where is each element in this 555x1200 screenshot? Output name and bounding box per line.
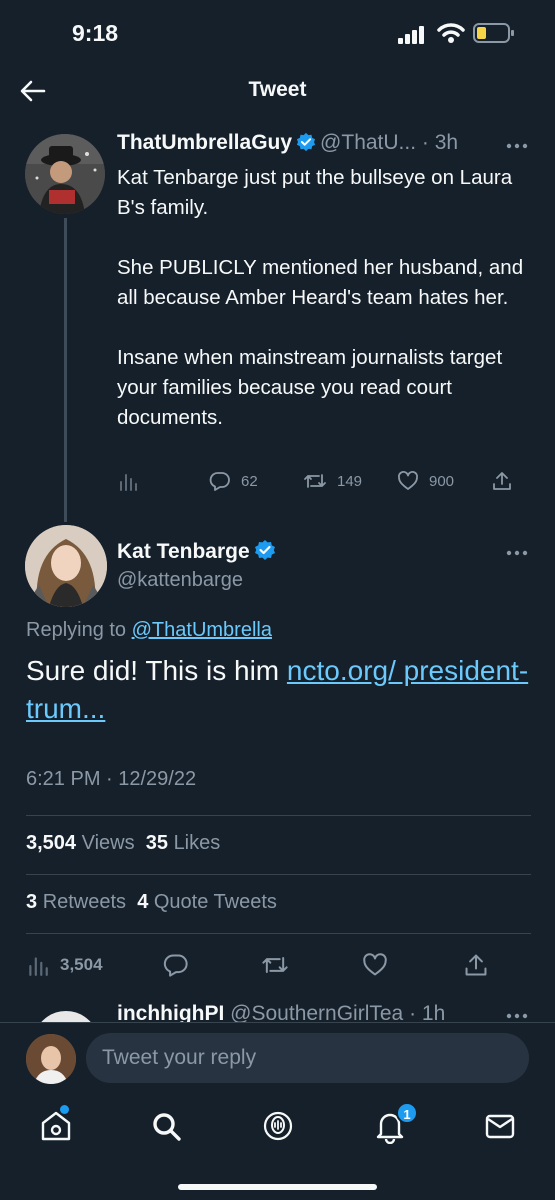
divider (26, 933, 531, 934)
verified-badge-icon (254, 540, 275, 560)
like-button[interactable] (362, 952, 388, 978)
author-name[interactable]: Kat Tenbarge (117, 540, 250, 563)
handle-time: @ThatU... · 3h (320, 131, 459, 154)
tweet-text-content: Sure did! This is him (26, 655, 287, 686)
tweet-paragraph: She PUBLICLY mentioned her husband, and … (117, 256, 524, 309)
author-name[interactable]: ThatUmbrellaGuy (117, 131, 292, 154)
heart-icon (363, 953, 387, 976)
search-icon[interactable] (148, 1108, 184, 1144)
author-handle[interactable]: @kattenbarge (117, 569, 243, 592)
analytics-count: 3,504 (60, 955, 103, 974)
reply-icon (163, 954, 188, 977)
tweet-actions: 3,504 (26, 950, 531, 980)
replying-prefix: Replying to (26, 619, 132, 641)
like-count: 900 (429, 472, 455, 490)
notifications-badge: 1 (396, 1102, 418, 1124)
replying-to: Replying to @ThatUmbrella (26, 619, 272, 642)
replying-handle-link[interactable]: @ThatUmbrella (132, 619, 272, 641)
thread-connector (64, 218, 67, 522)
more-options-icon[interactable] (502, 1006, 532, 1022)
next-reply-preview[interactable]: inchhighPI @SouthernGirlTea · 1h (0, 992, 555, 1022)
likes-stat[interactable]: 35 Likes (146, 832, 221, 854)
avatar-image (26, 1034, 76, 1084)
tweet-header: ThatUmbrellaGuy @ThatU... · 3h (117, 131, 458, 155)
avatar (26, 1034, 76, 1084)
likes-count: 35 (145, 832, 168, 854)
reply-count: 62 (241, 472, 258, 490)
wifi-icon (437, 23, 465, 43)
retweets-count: 3 (26, 891, 38, 913)
retweet-button[interactable]: 149 (303, 470, 362, 492)
author-name[interactable]: inchhighPI (117, 1002, 224, 1022)
retweets-stat[interactable]: 3 Retweets (26, 891, 126, 913)
status-time: 9:18 (72, 20, 119, 46)
verified-badge-icon (296, 132, 316, 152)
home-notification-dot (60, 1105, 69, 1114)
share-button[interactable] (491, 470, 513, 492)
header: Tweet (0, 66, 555, 114)
engagement-stats: 3,504 Views 35 Likes (26, 832, 220, 855)
avatar-image (25, 134, 105, 214)
tweet-paragraph: Kat Tenbarge just put the bullseye on La… (117, 166, 513, 219)
analytics-icon (120, 474, 137, 491)
home-indicator[interactable] (178, 1184, 377, 1190)
tweet-header: Kat Tenbarge (117, 539, 280, 564)
more-options-icon[interactable] (502, 136, 532, 156)
analytics-icon (29, 957, 48, 976)
battery-low-icon (473, 23, 514, 43)
likes-label: Likes (173, 832, 221, 854)
tweet-header: inchhighPI @SouthernGirlTea · 1h (117, 1002, 445, 1022)
cellular-signal-icon (398, 26, 424, 44)
quotes-label: Quote Tweets (153, 891, 277, 913)
share-icon (465, 954, 487, 976)
more-options-icon[interactable] (502, 543, 532, 563)
retweet-count: 149 (337, 472, 363, 490)
analytics-button[interactable] (117, 470, 139, 492)
spaces-icon[interactable] (260, 1108, 296, 1144)
tweet-text: Sure did! This is him ncto.org/ presiden… (26, 652, 531, 728)
home-icon[interactable] (38, 1108, 74, 1144)
reply-icon (209, 472, 230, 491)
avatar[interactable] (25, 134, 105, 214)
views-label: Views (81, 832, 135, 854)
reply-button[interactable] (163, 952, 189, 978)
tweet-text: Kat Tenbarge just put the bullseye on La… (117, 163, 537, 463)
avatar[interactable] (30, 1008, 102, 1022)
retweet-button[interactable] (261, 952, 289, 978)
divider (26, 874, 531, 875)
avatar[interactable] (25, 525, 107, 607)
heart-icon (398, 471, 418, 490)
views-count: 3,504 (26, 832, 77, 854)
tweet-timestamp: 6:21 PM · 12/29/22 (26, 768, 197, 790)
handle-time: @SouthernGirlTea · 1h (230, 1002, 446, 1022)
avatar-image (25, 525, 107, 607)
messages-icon[interactable] (482, 1108, 518, 1144)
analytics-button[interactable]: 3,504 (26, 953, 103, 977)
engagement-stats: 3 Retweets 4 Quote Tweets (26, 891, 277, 914)
quotes-stat[interactable]: 4 Quote Tweets (137, 891, 277, 913)
like-button[interactable]: 900 (397, 470, 454, 492)
retweets-label: Retweets (42, 891, 127, 913)
reply-composer (0, 1022, 555, 1094)
share-icon (493, 472, 511, 490)
reply-button[interactable]: 62 (209, 470, 258, 492)
status-bar: 9:18 (0, 0, 555, 64)
quotes-count: 4 (137, 891, 149, 913)
page-title: Tweet (248, 78, 307, 101)
share-button[interactable] (463, 952, 489, 978)
views-stat[interactable]: 3,504 Views (26, 832, 135, 854)
tweet-actions: 62 149 900 (117, 470, 517, 498)
reply-input[interactable] (86, 1033, 529, 1083)
retweet-icon (262, 957, 288, 973)
divider (26, 815, 531, 816)
retweet-icon (304, 474, 326, 488)
tweet-paragraph: Insane when mainstream journalists targe… (117, 346, 503, 429)
